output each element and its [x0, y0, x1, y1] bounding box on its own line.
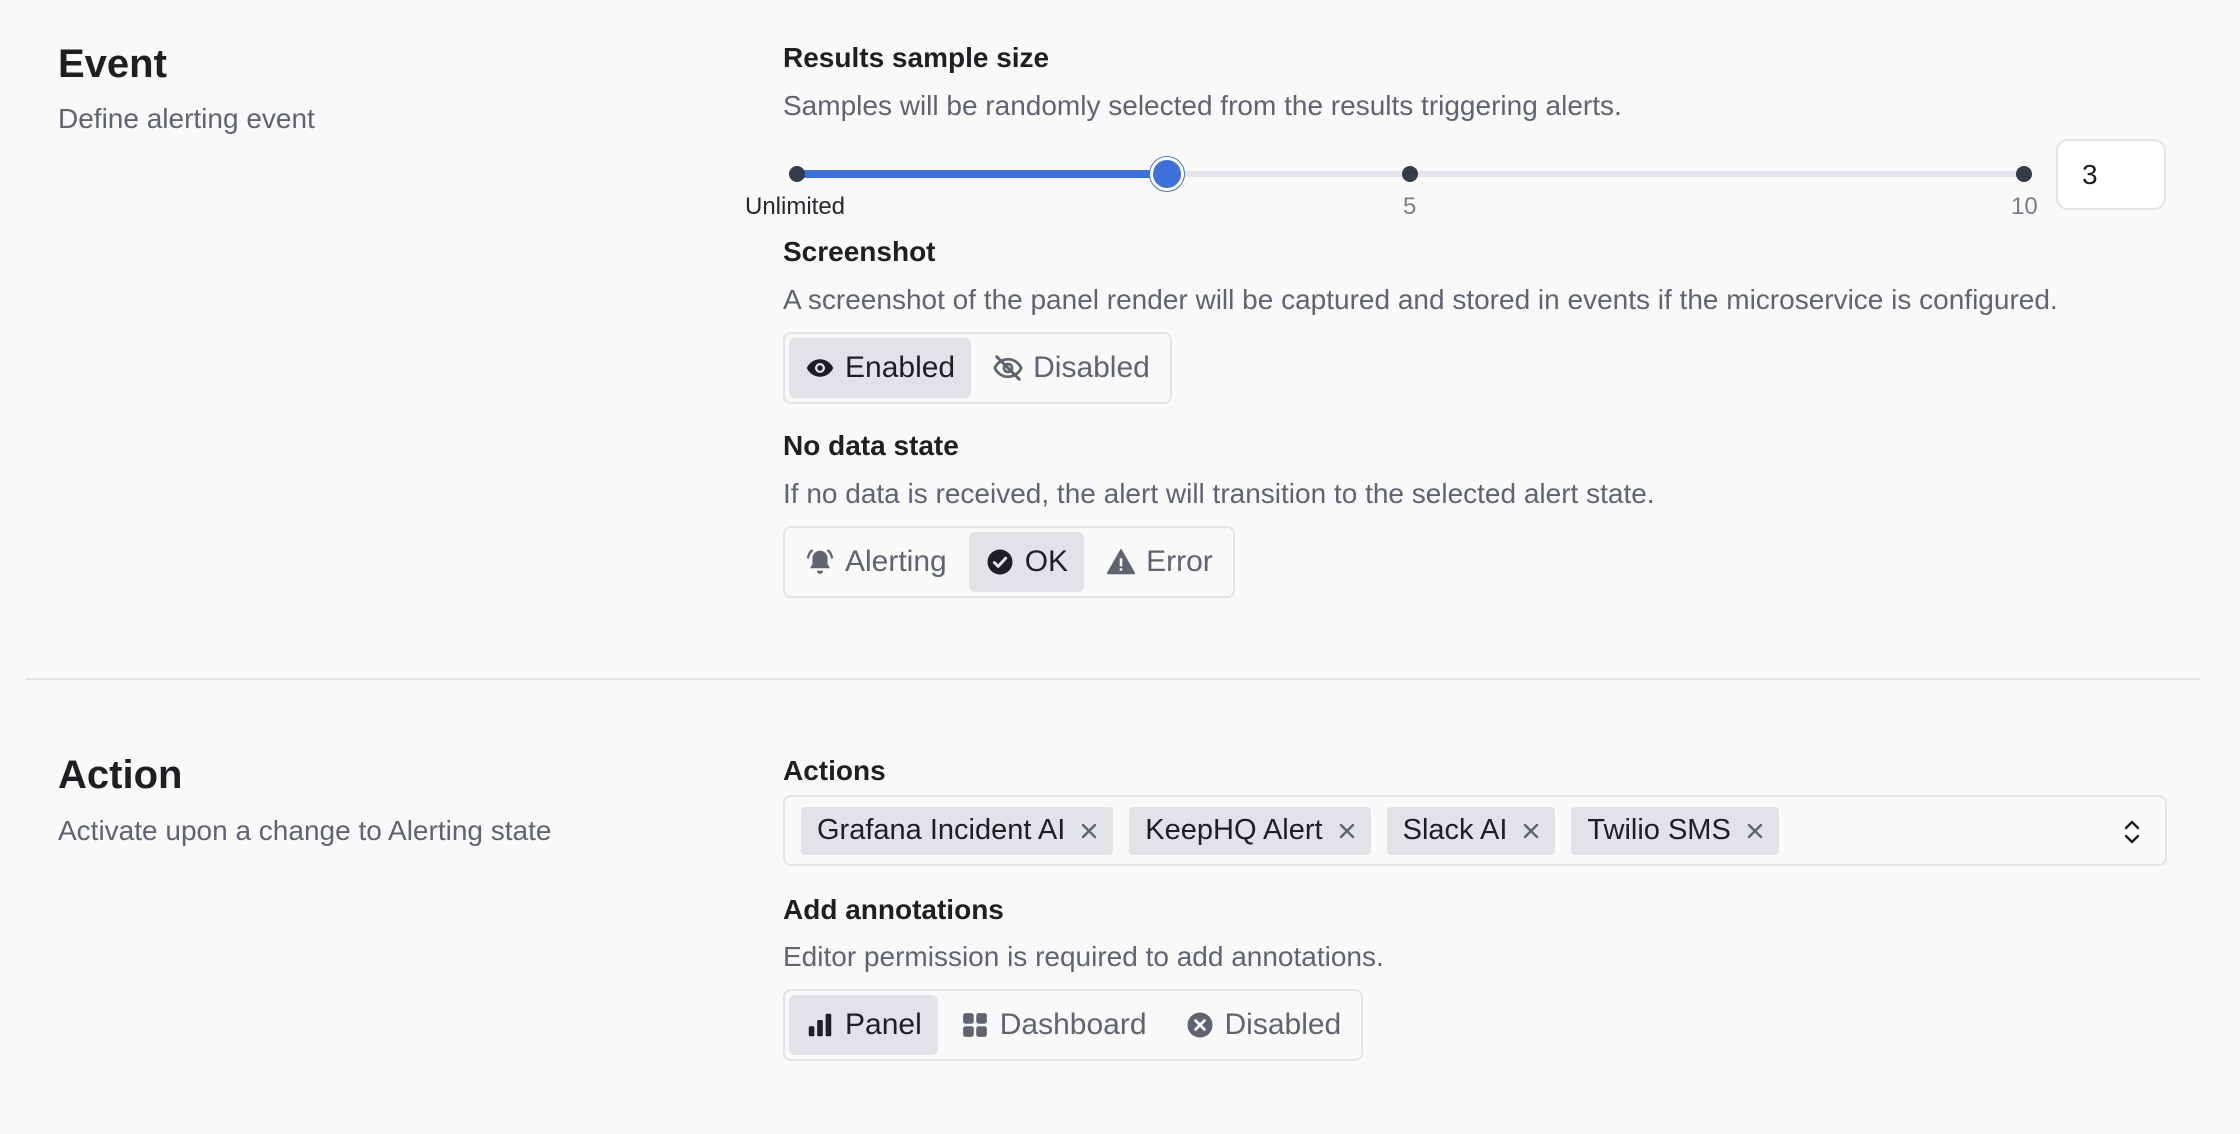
dashboard-grid-icon — [962, 1013, 987, 1037]
screenshot-enabled-label: Enabled — [845, 351, 956, 384]
slider-thumb[interactable] — [1150, 157, 1184, 191]
no-data-state-description: If no data is received, the alert will t… — [783, 478, 1655, 509]
action-section-description: Activate upon a change to Alerting state — [58, 815, 552, 846]
sample-size-description: Samples will be randomly selected from t… — [783, 90, 1622, 121]
actions-multiselect[interactable]: Grafana Incident AI KeepHQ Alert Slack A… — [783, 795, 2167, 866]
bell-ringing-icon — [807, 549, 833, 574]
action-section-title: Action — [58, 753, 183, 797]
slider-tick-5: 5 — [1403, 193, 1417, 220]
action-chip: Twilio SMS — [1571, 806, 1779, 855]
action-chip: KeepHQ Alert — [1129, 806, 1371, 855]
annotations-toggle-group: Panel Dashboard Disabled — [783, 989, 1364, 1061]
screenshot-disabled-option[interactable]: Disabled — [977, 338, 1166, 398]
action-chip: Grafana Incident AI — [801, 806, 1114, 855]
event-section-description: Define alerting event — [58, 103, 315, 134]
annotations-disabled-option[interactable]: Disabled — [1169, 995, 1358, 1055]
actions-label: Actions — [783, 755, 886, 786]
x-circle-icon — [1187, 1012, 1212, 1038]
action-chip-label: Grafana Incident AI — [817, 814, 1066, 846]
check-circle-icon — [987, 549, 1013, 575]
no-data-alerting-option[interactable]: Alerting — [789, 532, 963, 592]
alert-settings-page: Event Define alerting event Results samp… — [0, 0, 2240, 1134]
action-chip: Slack AI — [1386, 806, 1556, 855]
eye-icon — [806, 359, 834, 377]
no-data-state-label: No data state — [783, 430, 959, 461]
action-chip-label: Slack AI — [1402, 814, 1508, 846]
no-data-error-option[interactable]: Error — [1090, 532, 1229, 592]
screenshot-enabled-option[interactable]: Enabled — [789, 338, 972, 398]
slider-mark-10 — [2016, 166, 2032, 182]
no-data-ok-label: OK — [1024, 545, 1069, 578]
remove-icon[interactable] — [1521, 821, 1541, 841]
sample-size-label: Results sample size — [783, 42, 1050, 73]
annotations-panel-option[interactable]: Panel — [789, 995, 938, 1055]
action-chip-label: Twilio SMS — [1587, 814, 1731, 846]
screenshot-toggle-group: Enabled Disabled — [783, 332, 1172, 404]
annotations-disabled-label: Disabled — [1224, 1008, 1342, 1041]
remove-icon[interactable] — [1079, 821, 1099, 841]
slider-fill — [797, 170, 1167, 178]
no-data-error-label: Error — [1146, 545, 1213, 578]
remove-icon[interactable] — [1337, 821, 1357, 841]
screenshot-description: A screenshot of the panel render will be… — [783, 284, 2058, 315]
sample-size-input[interactable] — [2056, 139, 2166, 210]
section-divider — [26, 678, 2200, 680]
no-data-state-toggle-group: Alerting OK Error — [783, 526, 1235, 598]
slider-mark-unlimited — [789, 166, 805, 182]
screenshot-disabled-label: Disabled — [1033, 351, 1150, 384]
slider-tick-unlimited: Unlimited — [745, 193, 846, 220]
slider-mark-5 — [1402, 166, 1418, 182]
eye-slash-icon — [993, 355, 1023, 381]
annotations-dashboard-label: Dashboard — [999, 1008, 1147, 1041]
no-data-alerting-label: Alerting — [845, 545, 947, 578]
remove-icon[interactable] — [1745, 821, 1765, 841]
add-annotations-description: Editor permission is required to add ann… — [783, 941, 1384, 972]
bar-chart-icon — [808, 1013, 832, 1037]
screenshot-label: Screenshot — [783, 236, 936, 267]
action-chip-label: KeepHQ Alert — [1145, 814, 1323, 846]
annotations-dashboard-option[interactable]: Dashboard — [944, 995, 1163, 1055]
event-section-title: Event — [58, 42, 167, 86]
no-data-ok-option[interactable]: OK — [968, 532, 1085, 592]
add-annotations-label: Add annotations — [783, 894, 1004, 925]
slider-tick-10: 10 — [2011, 193, 2038, 220]
chevron-up-down-icon[interactable] — [2121, 817, 2143, 847]
annotations-panel-label: Panel — [845, 1008, 922, 1041]
warning-triangle-icon — [1107, 549, 1136, 575]
